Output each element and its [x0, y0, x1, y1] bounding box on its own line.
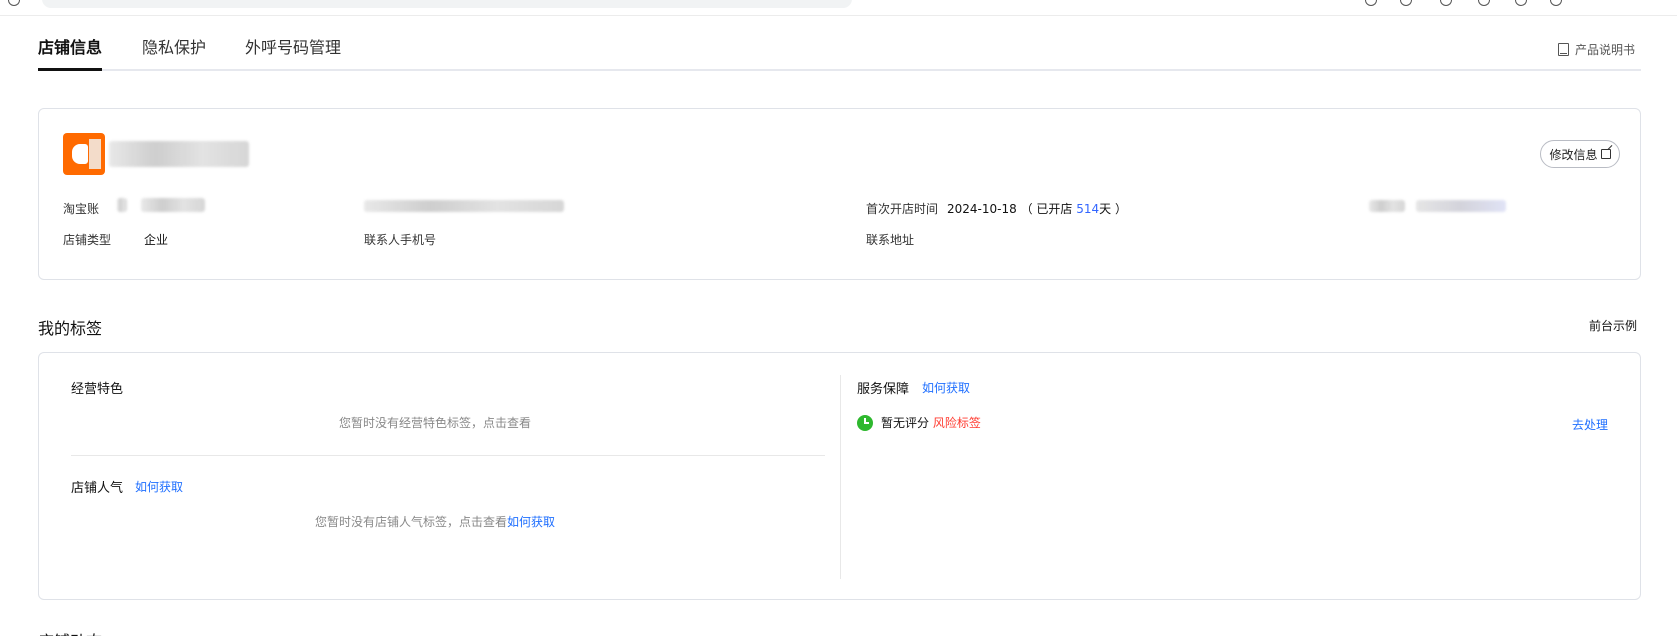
open-prefix: （ 已开店	[1020, 202, 1077, 216]
clock-icon	[857, 415, 873, 431]
taobao-account-value-redacted	[141, 198, 205, 212]
service-status: 暂无评分 风险标签	[881, 414, 981, 431]
tab-divider	[38, 69, 1641, 71]
business-feature-title: 经营特色	[71, 382, 124, 397]
toolbar-icon-4[interactable]	[1478, 0, 1490, 6]
refresh-icon[interactable]	[8, 0, 20, 6]
tab-outbound-numbers[interactable]: 外呼号码管理	[245, 34, 341, 58]
edit-info-label: 修改信息	[1549, 147, 1598, 162]
business-feature-empty[interactable]: 您暂时没有经营特色标签，点击查看	[339, 414, 531, 431]
no-rating-text: 暂无评分	[881, 416, 930, 430]
process-link[interactable]: 去处理	[1572, 416, 1608, 433]
external-edit-icon	[1600, 149, 1611, 159]
address-bar[interactable]	[42, 0, 852, 8]
toolbar-icon-6[interactable]	[1550, 0, 1562, 6]
frontend-example-link[interactable]: 前台示例	[1589, 317, 1637, 334]
field-value-redacted-1	[364, 200, 564, 212]
product-manual-link[interactable]: 产品说明书	[1557, 41, 1635, 58]
book-icon	[1557, 43, 1569, 56]
browser-toolbar	[0, 0, 1677, 16]
open-time-label: 首次开店时间	[866, 202, 939, 216]
open-suffix: 天 ）	[1099, 202, 1127, 216]
popularity-how-link[interactable]: 如何获取	[135, 478, 183, 495]
store-type-value: 企业	[144, 233, 169, 247]
toolbar-icon-5[interactable]	[1515, 0, 1527, 6]
active-tab-indicator	[38, 68, 102, 71]
product-manual-label: 产品说明书	[1574, 43, 1635, 57]
store-info-card: 修改信息 淘宝账 店铺类型 企业 联系人手机号 首次开店时间 2024-10-1…	[38, 108, 1641, 280]
tab-privacy[interactable]: 隐私保护	[142, 34, 206, 58]
taobao-account-label: 淘宝账	[63, 202, 100, 216]
my-tags-title: 我的标签	[38, 319, 103, 338]
store-type-label: 店铺类型	[63, 233, 112, 247]
toolbar-icon-2[interactable]	[1400, 0, 1412, 6]
popularity-empty: 您暂时没有店铺人气标签，点击查看如何获取	[315, 513, 555, 530]
address-label: 联系地址	[866, 233, 915, 247]
open-time-value: 2024-10-18 （ 已开店 514天 ）	[947, 200, 1127, 217]
toolbar-icon-3[interactable]	[1440, 0, 1452, 6]
field-value-redacted-2	[1416, 200, 1506, 212]
edit-info-button[interactable]: 修改信息	[1540, 140, 1620, 168]
store-name-redacted	[109, 141, 249, 167]
popularity-title: 店铺人气	[71, 481, 124, 496]
field-label-redacted	[1369, 200, 1405, 212]
risk-tag-label[interactable]: 风险标签	[933, 416, 981, 430]
taobao-account-redacted	[117, 198, 127, 212]
popularity-empty-link[interactable]: 如何获取	[507, 515, 555, 529]
tags-card: 经营特色 您暂时没有经营特色标签，点击查看 店铺人气 如何获取 您暂时没有店铺人…	[38, 352, 1641, 600]
tab-store-info[interactable]: 店铺信息	[38, 34, 102, 58]
toolbar-icon-1[interactable]	[1365, 0, 1377, 6]
popularity-empty-text: 您暂时没有店铺人气标签，点击查看	[315, 515, 508, 529]
contact-phone-label: 联系人手机号	[364, 233, 437, 247]
column-divider	[840, 375, 841, 579]
service-how-link[interactable]: 如何获取	[922, 379, 970, 396]
service-guarantee-title: 服务保障	[857, 382, 910, 397]
section-divider	[71, 455, 825, 456]
open-date: 2024-10-18	[947, 202, 1017, 216]
open-days: 514	[1076, 202, 1100, 216]
store-logo	[63, 133, 105, 175]
store-dynamics-title: 店铺动态	[38, 628, 102, 636]
